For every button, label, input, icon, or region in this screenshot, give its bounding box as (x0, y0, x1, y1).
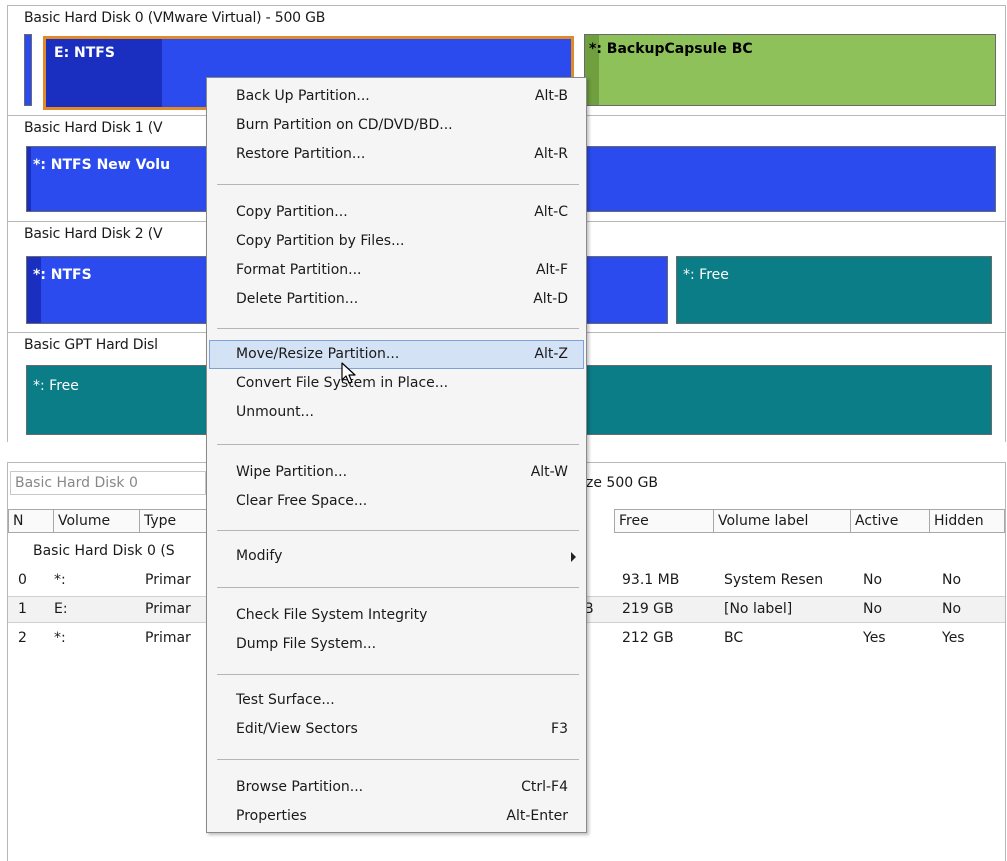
partition-label: *: Free (33, 378, 79, 394)
menu-item-burn-partition[interactable]: Burn Partition on CD/DVD/BD... (209, 111, 584, 140)
column-header-active[interactable]: Active (851, 509, 930, 533)
disk-0-title: Basic Hard Disk 0 (VMware Virtual) - 500… (24, 10, 326, 26)
column-header-volume-label[interactable]: Volume label (714, 509, 851, 533)
column-header-volume[interactable]: Volume (54, 509, 140, 533)
menu-item-check-file-system[interactable]: Check File System Integrity (209, 601, 584, 630)
disk-0-system-partition[interactable] (24, 34, 32, 106)
partition-label: E: NTFS (54, 45, 115, 61)
menu-item-edit-view-sectors[interactable]: Edit/View Sectors F3 (209, 715, 584, 744)
menu-item-move-resize-partition[interactable]: Move/Resize Partition... Alt-Z (209, 340, 584, 369)
column-header-free[interactable]: Free (614, 509, 714, 533)
menu-item-unmount[interactable]: Unmount... (209, 398, 584, 427)
menu-item-properties[interactable]: Properties Alt-Enter (209, 802, 584, 831)
menu-item-back-up-partition[interactable]: Back Up Partition... Alt-B (209, 82, 584, 111)
menu-separator (217, 674, 579, 675)
menu-item-browse-partition[interactable]: Browse Partition... Ctrl-F4 (209, 773, 584, 802)
menu-item-wipe-partition[interactable]: Wipe Partition... Alt-W (209, 458, 584, 487)
disk-2-title: Basic Hard Disk 2 (V (24, 226, 163, 242)
menu-separator (217, 444, 579, 445)
list-disk-title: Basic Hard Disk 0 (10, 471, 206, 495)
partition-label: *: NTFS (33, 267, 92, 283)
submenu-arrow-icon (571, 552, 576, 562)
partition-label: *: NTFS New Volu (33, 157, 171, 173)
disk-2-partition-free[interactable]: *: Free (676, 256, 992, 324)
menu-item-format-partition[interactable]: Format Partition... Alt-F (209, 256, 584, 285)
menu-item-test-surface[interactable]: Test Surface... (209, 686, 584, 715)
column-header-hidden[interactable]: Hidden (930, 509, 1005, 533)
disk-gpt-title: Basic GPT Hard Disl (24, 337, 158, 353)
menu-item-copy-partition[interactable]: Copy Partition... Alt-C (209, 198, 584, 227)
menu-separator (217, 530, 579, 531)
list-disk-size: ze 500 GB (586, 475, 659, 491)
menu-item-clear-free-space[interactable]: Clear Free Space... (209, 487, 584, 516)
menu-separator (217, 184, 579, 185)
menu-item-dump-file-system[interactable]: Dump File System... (209, 630, 584, 659)
menu-separator (217, 328, 579, 329)
menu-item-modify[interactable]: Modify (209, 542, 584, 571)
menu-item-restore-partition[interactable]: Restore Partition... Alt-R (209, 140, 584, 169)
partition-context-menu: Back Up Partition... Alt-B Burn Partitio… (206, 77, 587, 833)
menu-item-convert-file-system[interactable]: Convert File System in Place... (209, 369, 584, 398)
disk-0-partition-backupcapsule[interactable]: *: BackupCapsule BC (584, 34, 996, 106)
column-header-n[interactable]: N (8, 509, 54, 533)
partition-label: *: BackupCapsule BC (589, 41, 753, 57)
partition-label: *: Free (683, 267, 729, 283)
mouse-pointer-icon (341, 362, 356, 384)
group-label: Basic Hard Disk 0 (S (33, 543, 175, 559)
menu-separator (217, 759, 579, 760)
menu-item-copy-partition-by-files[interactable]: Copy Partition by Files... (209, 227, 584, 256)
disk-1-title: Basic Hard Disk 1 (V (24, 120, 163, 136)
menu-separator (217, 587, 579, 588)
menu-item-delete-partition[interactable]: Delete Partition... Alt-D (209, 285, 584, 314)
